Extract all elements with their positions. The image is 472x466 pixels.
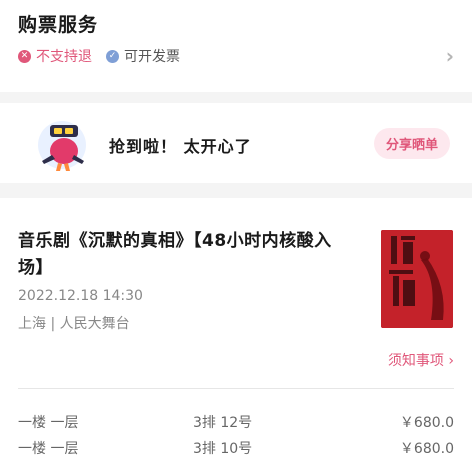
share-order-button[interactable]: 分享晒单 xyxy=(373,128,450,159)
invoice-tag: ✓ 可开发票 xyxy=(106,46,180,66)
mascot-avatar-icon xyxy=(38,121,86,171)
share-message: 抢到啦！ 太开心了 xyxy=(109,137,252,156)
ticket-area: 一楼 一层 xyxy=(18,441,79,457)
service-tags: ✕ 不支持退 ✓ 可开发票 xyxy=(18,46,194,66)
divider xyxy=(18,388,454,389)
show-poster[interactable] xyxy=(381,230,453,328)
check-circle-icon: ✓ xyxy=(106,49,119,63)
order-card: 音乐剧《沉默的真相》【48小时内核酸入场】 2022.12.18 14:30 上… xyxy=(0,198,472,466)
ticket-seat: 3排 10号 xyxy=(193,441,253,457)
ticket-price: ￥680.0 xyxy=(399,441,454,457)
ticket-service-card[interactable]: 购票服务 ✕ 不支持退 ✓ 可开发票 › xyxy=(0,0,472,92)
no-refund-tag: ✕ 不支持退 xyxy=(18,46,92,66)
service-title: 购票服务 xyxy=(18,14,99,36)
show-title: 音乐剧《沉默的真相》【48小时内核酸入场】 xyxy=(18,231,332,278)
ticket-price: ￥680.0 xyxy=(399,415,454,431)
ticket-row: 一楼 一层 3排 10号 ￥680.0 xyxy=(18,438,454,460)
ticket-area: 一楼 一层 xyxy=(18,415,79,431)
ticket-row: 一楼 一层 3排 12号 ￥680.0 xyxy=(18,412,454,434)
no-refund-label: 不支持退 xyxy=(36,49,92,65)
close-circle-icon: ✕ xyxy=(18,49,31,63)
notice-link[interactable]: 须知事项 › xyxy=(388,350,454,370)
ticket-seat: 3排 12号 xyxy=(193,415,253,431)
chevron-right-icon[interactable]: › xyxy=(446,44,454,68)
show-time: 2022.12.18 14:30 xyxy=(18,288,143,304)
show-venue: 上海 | 人民大舞台 xyxy=(18,316,130,332)
share-card: 抢到啦！ 太开心了 分享晒单 xyxy=(0,103,472,183)
invoice-label: 可开发票 xyxy=(124,49,180,65)
